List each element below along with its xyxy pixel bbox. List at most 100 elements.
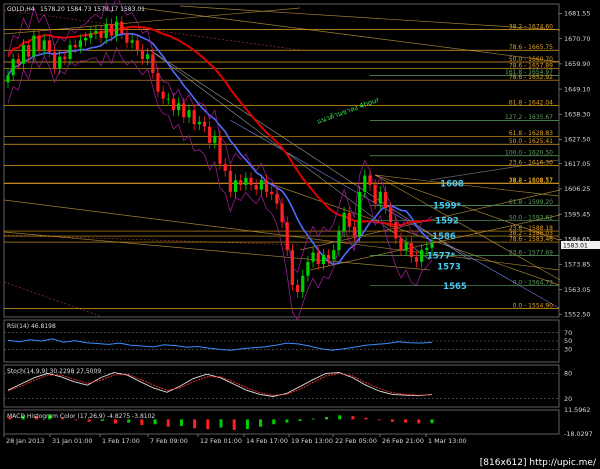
price-tick-label: 1573.85	[564, 261, 590, 269]
rsi-title: RSI(14) 46.8198	[7, 323, 56, 330]
candle-body	[290, 250, 294, 286]
macd-tick-label: 11.5962	[564, 406, 590, 414]
candle-body	[58, 56, 62, 69]
candle-body	[99, 31, 103, 39]
time-tick-label: 26 Feb 21:00	[382, 437, 424, 445]
macd-title: MACD Histogram Color (17,26,9) -4.8275 -…	[7, 413, 155, 420]
candle-body	[182, 103, 186, 118]
price-tick-label: 1627.50	[564, 136, 590, 144]
macd-bar	[298, 419, 302, 422]
price-tick-label: 1638.30	[564, 110, 590, 118]
candle-body	[264, 180, 269, 192]
macd-bar	[245, 419, 249, 430]
macd-bar	[179, 419, 183, 426]
time-tick-label: 1 Feb 17:00	[102, 437, 140, 445]
level-label: 1592	[435, 217, 459, 227]
candle-body	[151, 54, 155, 73]
stoch-title: Stoch(14,9,9) 30.2298 27.5009	[7, 368, 101, 375]
price-tick-label: 1659.90	[564, 60, 590, 68]
candle-body	[249, 177, 253, 185]
candle-body	[6, 75, 10, 83]
candle-body	[11, 59, 15, 76]
candle-body	[94, 31, 98, 34]
level-label: 1573	[437, 262, 461, 272]
macd-bar	[351, 416, 355, 420]
rsi-level-label: 30	[564, 346, 572, 354]
time-tick-label: 14 Feb 17:00	[246, 437, 288, 445]
fib-label: 0.0 - 1554.90	[513, 302, 554, 309]
fib-label: 61.8 - 1628.83	[509, 130, 553, 137]
candle-body	[166, 98, 170, 100]
macd-bar	[193, 419, 197, 429]
fib-label: 61.8 - 1599.20	[509, 199, 553, 206]
price-tick-label: 1552.50	[564, 310, 590, 318]
macd-bar	[232, 419, 236, 430]
time-tick-label: 22 Feb 05:00	[335, 437, 377, 445]
candle-body	[187, 110, 191, 118]
candle-body	[192, 110, 196, 125]
candle-body	[414, 257, 419, 262]
fib-label: 0.0 - 1564.73	[513, 280, 554, 287]
candle-body	[420, 250, 424, 262]
level-label: 1586	[432, 232, 456, 242]
rsi-level-label: 50	[564, 337, 572, 345]
fib-label: 61.8 - 1642.04	[509, 99, 553, 106]
candle-body	[130, 40, 134, 43]
candle-body	[161, 91, 165, 99]
candle-body	[177, 103, 181, 111]
candle-body	[404, 243, 408, 251]
macd-bar	[311, 418, 315, 420]
candle-body	[363, 175, 367, 192]
fib-label: 23.6 - 1577.69	[509, 249, 553, 256]
candle-body	[197, 121, 201, 125]
stoch-level-label: 80	[564, 370, 572, 378]
candle-body	[32, 35, 36, 57]
candle-body	[399, 238, 403, 251]
macd-bar	[219, 419, 223, 428]
fib-label: 50.0 - 1625.41	[509, 138, 553, 145]
mt4-chart-window[interactable]: 38.2 - 1674.6078.6 - 1665.7550.0 - 1660.…	[0, 0, 600, 469]
price-tick-label: 1606.25	[564, 185, 590, 193]
macd-bar	[285, 419, 289, 423]
candle-body	[394, 222, 398, 239]
candle-body	[425, 247, 429, 251]
candle-body	[171, 98, 176, 111]
candle-body	[285, 222, 289, 251]
macd-bar	[153, 419, 157, 425]
rsi-level-label: 70	[564, 329, 572, 337]
macd-bar	[417, 419, 421, 424]
level-label: 1577*	[427, 251, 456, 261]
candle-body	[352, 226, 357, 237]
macd-bar	[364, 417, 368, 420]
current-price-label: 1583.01	[563, 243, 588, 250]
fib-label: 78.6 - 1665.75	[509, 44, 553, 51]
candle-body	[347, 212, 351, 227]
macd-bar	[404, 419, 408, 423]
candle-body	[202, 121, 207, 127]
fib-label: 38.2 - 1674.60	[509, 23, 553, 30]
time-tick-label: 7 Feb 09:00	[150, 437, 188, 445]
level-label: 1599*	[433, 201, 462, 211]
macd-bar	[206, 419, 210, 430]
candle-body	[218, 135, 222, 164]
fib-label: 127.2 - 1635.67	[505, 114, 553, 121]
candle-body	[301, 275, 305, 293]
candle-body	[52, 52, 57, 69]
candle-body	[89, 33, 93, 39]
level-label: 1608	[440, 179, 464, 189]
candle-body	[244, 177, 248, 185]
price-tick-label: 1563.05	[564, 286, 590, 294]
candle-body	[378, 191, 382, 204]
candle-body	[27, 45, 31, 57]
candle-body	[223, 163, 227, 171]
time-tick-label: 19 Feb 13:00	[291, 437, 333, 445]
candle-body	[21, 45, 26, 64]
level-label: 1565	[443, 282, 467, 292]
candle-body	[259, 180, 263, 190]
candle-body	[321, 254, 326, 265]
symbol-timeframe: GOLD,H4	[7, 6, 35, 13]
candle-body	[228, 170, 232, 192]
fib-label: 50.0 - 1592.62	[509, 214, 553, 221]
price-tick-label: 1649.10	[564, 85, 590, 93]
fib-label: 78.6 - 1583.46	[509, 236, 553, 243]
